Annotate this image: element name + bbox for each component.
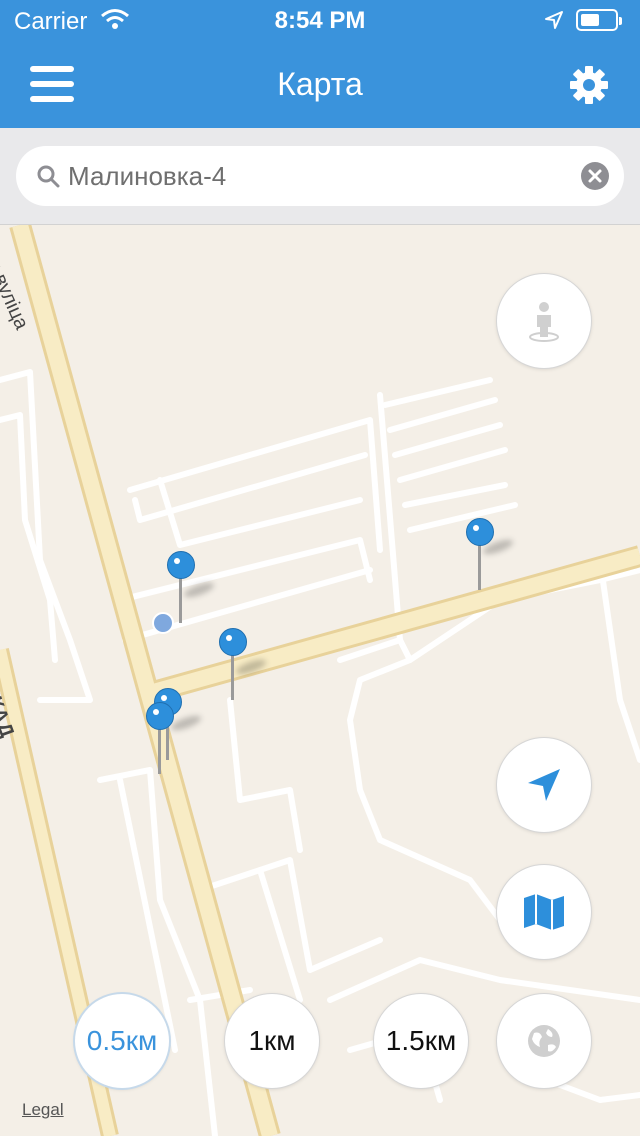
map-pin[interactable] [219, 628, 268, 702]
map-pin[interactable] [146, 702, 174, 776]
map-pin[interactable] [167, 551, 216, 625]
nav-bar: Карта [0, 40, 640, 128]
distance-1.5km-button[interactable]: 1.5км [374, 994, 468, 1088]
search-input[interactable] [68, 156, 538, 196]
search-box[interactable] [16, 146, 624, 206]
battery-icon [576, 9, 622, 31]
search-icon [37, 165, 60, 188]
map-type-button[interactable] [497, 865, 591, 959]
my-location-button[interactable] [497, 738, 591, 832]
distance-0.5km-button[interactable]: 0.5км [75, 994, 169, 1088]
status-bar: Carrier 8:54 PM [0, 0, 640, 40]
navigation-arrow-icon [528, 769, 560, 801]
clear-search-icon[interactable] [581, 162, 609, 190]
gear-icon[interactable] [568, 64, 610, 106]
legal-link[interactable]: Legal [22, 1100, 64, 1120]
person-icon [529, 302, 559, 342]
street-view-button[interactable] [497, 274, 591, 368]
globe-icon [528, 1025, 560, 1057]
map-pin[interactable] [466, 518, 515, 592]
globe-button[interactable] [497, 994, 591, 1088]
search-bar-container [0, 128, 640, 225]
distance-1km-button[interactable]: 1км [225, 994, 319, 1088]
location-arrow-icon [545, 11, 563, 29]
map-icon [524, 894, 564, 930]
page-title: Карта [277, 66, 363, 102]
